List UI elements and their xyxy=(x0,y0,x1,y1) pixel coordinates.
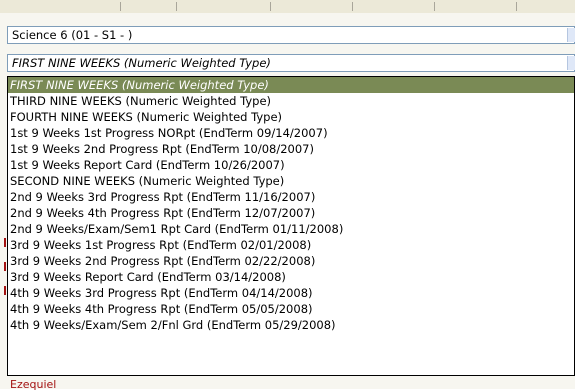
term-option[interactable]: 1st 9 Weeks 2nd Progress Rpt (EndTerm 10… xyxy=(8,141,574,157)
term-option[interactable]: 3rd 9 Weeks 1st Progress Rpt (EndTerm 02… xyxy=(8,237,574,253)
term-dropdown-list[interactable]: FIRST NINE WEEKS (Numeric Weighted Type)… xyxy=(7,76,575,376)
term-option[interactable]: 2nd 9 Weeks 4th Progress Rpt (EndTerm 12… xyxy=(8,205,574,221)
column-separator xyxy=(352,2,353,11)
student-name[interactable]: Ezequiel xyxy=(10,378,56,391)
column-separator xyxy=(434,2,435,11)
term-option[interactable]: 1st 9 Weeks Report Card (EndTerm 10/26/2… xyxy=(8,157,574,173)
chevron-down-icon[interactable] xyxy=(567,56,575,70)
term-option[interactable]: 4th 9 Weeks 4th Progress Rpt (EndTerm 05… xyxy=(8,301,574,317)
chevron-down-icon[interactable] xyxy=(567,28,575,42)
course-select-value: Science 6 (01 - S1 - ) xyxy=(12,28,133,42)
term-option[interactable]: 3rd 9 Weeks Report Card (EndTerm 03/14/2… xyxy=(8,269,574,285)
grid-header-strip xyxy=(0,0,575,14)
column-separator xyxy=(270,2,271,11)
term-option[interactable]: FIRST NINE WEEKS (Numeric Weighted Type) xyxy=(8,77,574,93)
term-option[interactable]: 4th 9 Weeks/Exam/Sem 2/Fnl Grd (EndTerm … xyxy=(8,317,574,333)
term-option[interactable]: 1st 9 Weeks 1st Progress NORpt (EndTerm … xyxy=(8,125,574,141)
term-select-value: FIRST NINE WEEKS (Numeric Weighted Type) xyxy=(12,56,271,70)
term-option[interactable]: 3rd 9 Weeks 2nd Progress Rpt (EndTerm 02… xyxy=(8,253,574,269)
row-marker xyxy=(4,238,6,247)
term-select[interactable]: FIRST NINE WEEKS (Numeric Weighted Type) xyxy=(7,54,575,72)
term-option[interactable]: THIRD NINE WEEKS (Numeric Weighted Type) xyxy=(8,93,574,109)
column-separator xyxy=(516,2,517,11)
term-option[interactable]: SECOND NINE WEEKS (Numeric Weighted Type… xyxy=(8,173,574,189)
column-separator xyxy=(120,2,121,11)
course-select[interactable]: Science 6 (01 - S1 - ) xyxy=(7,26,575,44)
term-options: FIRST NINE WEEKS (Numeric Weighted Type)… xyxy=(8,77,574,333)
term-option[interactable]: 4th 9 Weeks 3rd Progress Rpt (EndTerm 04… xyxy=(8,285,574,301)
term-option[interactable]: 2nd 9 Weeks/Exam/Sem1 Rpt Card (EndTerm … xyxy=(8,221,574,237)
row-marker xyxy=(4,286,6,295)
term-option[interactable]: FOURTH NINE WEEKS (Numeric Weighted Type… xyxy=(8,109,574,125)
column-separator xyxy=(176,2,177,11)
row-marker xyxy=(4,262,6,271)
term-option[interactable]: 2nd 9 Weeks 3rd Progress Rpt (EndTerm 11… xyxy=(8,189,574,205)
